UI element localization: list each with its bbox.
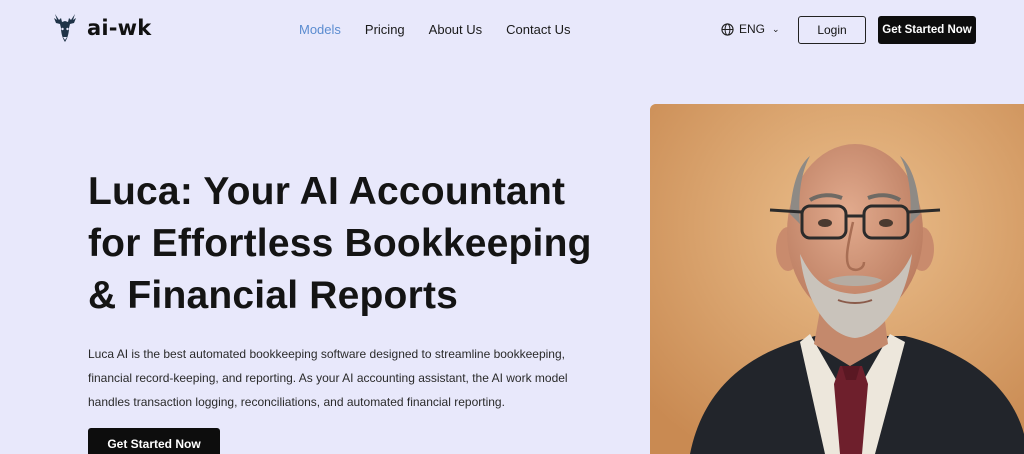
site-header: ai-wk Models Pricing About Us Contact Us… [0,0,1024,60]
hero-title-line: for Effortless Bookkeeping [88,222,592,265]
accountant-portrait [650,104,1024,454]
nav-item-contact-us[interactable]: Contact Us [506,22,570,37]
chevron-down-icon: ⌄ [772,23,780,34]
login-button[interactable]: Login [798,16,866,44]
hero-description-line: financial record-keeping, and reporting.… [88,371,568,385]
deer-head-icon [54,14,76,42]
hero-title-line: Luca: Your AI Accountant [88,170,566,213]
page: ai-wk Models Pricing About Us Contact Us… [0,0,1024,454]
brand-name: ai-wk [87,16,152,40]
hero-title-line: & Financial Reports [88,274,459,317]
nav-item-pricing[interactable]: Pricing [365,22,405,37]
brand-logo[interactable]: ai-wk [51,12,151,44]
nav-item-models[interactable]: Models [299,22,341,37]
hero-portrait-image [650,104,1024,454]
globe-icon [721,22,734,36]
hero-title: Luca: Your AI Accountant for Effortless … [88,166,628,322]
get-started-header-button[interactable]: Get Started Now [878,16,976,44]
language-label: ENG [739,22,766,36]
hero-description: Luca AI is the best automated bookkeepin… [88,342,608,414]
nav-item-about-us[interactable]: About Us [429,22,482,37]
hero-description-line: handles transaction logging, reconciliat… [88,395,505,409]
hero-description-line: Luca AI is the best automated bookkeepin… [88,347,565,361]
get-started-hero-button[interactable]: Get Started Now [88,428,220,454]
language-selector[interactable]: ENG ⌄ [721,22,780,36]
main-nav: Models Pricing About Us Contact Us [299,22,594,37]
